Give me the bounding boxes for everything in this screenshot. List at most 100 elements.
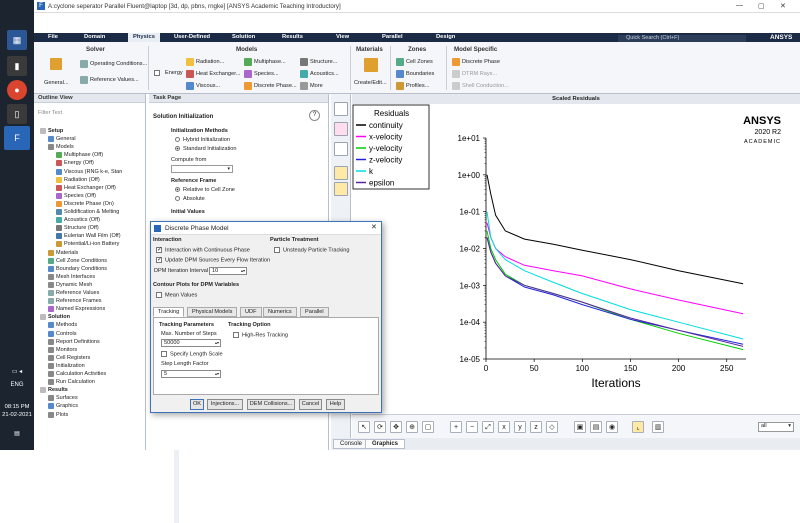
relative-radio[interactable]: Relative to Cell Zone <box>175 187 235 193</box>
camera-icon[interactable]: ◉ <box>606 421 618 433</box>
tree-item-mesh-interfaces[interactable]: Mesh Interfaces <box>48 273 95 280</box>
viscous-button[interactable]: Viscous... <box>186 82 220 90</box>
layout-icon[interactable]: ▤ <box>590 421 602 433</box>
multiphase-button[interactable]: Multiphase... <box>244 58 286 66</box>
tree-item-methods[interactable]: Methods <box>48 322 77 329</box>
start-icon[interactable]: ▦ <box>7 30 27 50</box>
rotate-icon[interactable]: ⟳ <box>374 421 386 433</box>
tab-view[interactable]: View <box>336 34 349 40</box>
dem-collisions-button[interactable]: DEM Collisions... <box>247 399 295 410</box>
chrome-icon[interactable]: ● <box>7 80 27 100</box>
tree-item-monitors[interactable]: Monitors <box>48 346 77 353</box>
zoom-icon[interactable]: ⊕ <box>406 421 418 433</box>
tree-item-solidification-melting[interactable]: Solidification & Melting <box>56 209 119 215</box>
tree-item-calculation-activities[interactable]: Calculation Activities <box>48 371 106 377</box>
materials-icon[interactable] <box>364 58 378 72</box>
tree-item-solution[interactable]: Solution <box>40 314 70 321</box>
clock-date[interactable]: 21-02-2021 <box>0 412 34 418</box>
tree-item-controls[interactable]: Controls <box>48 330 76 337</box>
mobile-icon[interactable]: ▯ <box>7 104 27 124</box>
tree-item-report-definitions[interactable]: Report Definitions <box>48 338 100 345</box>
operating-conditions-button[interactable]: Operating Conditions... <box>80 60 147 68</box>
help-button[interactable]: Help <box>326 399 345 410</box>
step-length-input[interactable]: 5 ▴▾ <box>161 370 221 378</box>
tab-physics[interactable]: Physics <box>128 33 160 42</box>
zoom-out-icon[interactable]: − <box>466 421 478 433</box>
unsteady-tracking-checkbox[interactable]: Unsteady Particle Tracking <box>274 247 350 253</box>
select-icon[interactable]: ↖ <box>358 421 370 433</box>
max-steps-input[interactable]: 50000 ▴▾ <box>161 339 221 347</box>
tree-item-results[interactable]: Results <box>40 387 68 394</box>
pan-tool-icon[interactable]: ✥ <box>390 421 402 433</box>
update-dpm-checkbox[interactable]: ✓ Update DPM Sources Every Flow Iteration <box>156 257 270 263</box>
reference-values-button[interactable]: Reference Values... <box>80 76 139 84</box>
radiation-button[interactable]: Radiation... <box>186 58 224 66</box>
cancel-button[interactable]: Cancel <box>299 399 322 410</box>
chart-icon[interactable]: ▥ <box>652 421 664 433</box>
battery-icon[interactable]: ▭ ◂ <box>0 368 34 375</box>
general-button[interactable]: General... <box>44 80 69 86</box>
discrete-phase-button[interactable]: Discrete Phase... <box>244 82 297 90</box>
grid-icon[interactable] <box>334 142 348 156</box>
profiles-button[interactable]: Profiles... <box>396 82 429 90</box>
absolute-radio[interactable]: Absolute <box>175 196 205 202</box>
compute-from-select[interactable]: ▾ <box>171 165 233 173</box>
heat-exchanger-button[interactable]: Heat Exchanger... <box>186 70 240 78</box>
notification-icon[interactable]: ▤ <box>0 430 34 437</box>
tree-item-energy-off[interactable]: Energy (Off) <box>56 160 94 167</box>
tree-item-models[interactable]: Models <box>48 144 74 151</box>
help-icon[interactable]: ? <box>309 110 320 121</box>
tree-item-dynamic-mesh[interactable]: Dynamic Mesh <box>48 281 92 288</box>
interaction-continuous-checkbox[interactable]: ✓ Interaction with Continuous Phase <box>156 247 250 253</box>
create-edit-button[interactable]: Create/Edit... <box>354 80 387 86</box>
general-icon[interactable] <box>50 58 62 70</box>
cube-icon[interactable]: ▣ <box>574 421 586 433</box>
dpm-interval-input[interactable]: 10 ▴▾ <box>209 267 247 275</box>
tab-console[interactable]: Console <box>333 439 370 449</box>
ok-button[interactable]: OK <box>190 399 204 410</box>
fluent-icon[interactable]: F <box>4 126 30 150</box>
cell-zones-button[interactable]: Cell Zones <box>396 58 433 66</box>
model-specific-discrete-phase-button[interactable]: Discrete Phase <box>452 58 500 66</box>
tree-item-viscous-rng-k-e-stan[interactable]: Viscous (RNG k-e, Stan <box>56 168 122 175</box>
tree-item-heat-exchanger-off[interactable]: Heat Exchanger (Off) <box>56 184 116 191</box>
structure-button[interactable]: Structure... <box>300 58 337 66</box>
injections-button[interactable]: Injections... <box>207 399 243 410</box>
tree-item-run-calculation[interactable]: Run Calculation <box>48 379 95 386</box>
shell-conduction-button[interactable]: Shell Conduction... <box>452 82 509 90</box>
boundaries-button[interactable]: Boundaries <box>396 70 434 78</box>
tab-tracking[interactable]: Tracking <box>153 307 185 317</box>
axes-x-icon[interactable]: x <box>498 421 510 433</box>
tree-item-initialization[interactable]: Initialization <box>48 362 85 369</box>
close-button[interactable]: ✕ <box>780 2 786 10</box>
fit-icon[interactable]: ⤢ <box>482 421 494 433</box>
tree-item-materials[interactable]: Materials <box>48 249 78 256</box>
specify-length-checkbox[interactable]: Specify Length Scale <box>161 351 223 357</box>
tree-item-structure-off[interactable]: Structure (Off) <box>56 225 99 232</box>
colormap-icon[interactable] <box>334 122 348 136</box>
tree-item-discrete-phase-on[interactable]: Discrete Phase (On) <box>56 200 114 207</box>
tab-design[interactable]: Design <box>436 34 455 40</box>
clock-time[interactable]: 08:15 PM <box>0 404 34 410</box>
tab-numerics[interactable]: Numerics <box>263 307 297 317</box>
iso-view-icon[interactable]: ◇ <box>546 421 558 433</box>
standard-radio[interactable]: Standard Initialization <box>175 146 237 152</box>
zoom-in-icon[interactable]: + <box>450 421 462 433</box>
more-button[interactable]: More <box>300 82 323 90</box>
pan-icon[interactable] <box>334 166 348 180</box>
tree-item-cell-registers[interactable]: Cell Registers <box>48 354 90 361</box>
tab-results[interactable]: Results <box>282 34 303 40</box>
tab-parallel[interactable]: Parallel <box>300 307 329 317</box>
tree-item-named-expressions[interactable]: Named Expressions <box>48 306 105 313</box>
tree-item-species-off[interactable]: Species (Off) <box>56 192 96 199</box>
zoom-box-icon[interactable]: ▢ <box>422 421 434 433</box>
filter-text-input[interactable]: Filter Text <box>38 110 62 116</box>
language-indicator[interactable]: ENG <box>0 382 34 388</box>
view-icon[interactable] <box>334 102 348 116</box>
tree-item-radiation-off[interactable]: Radiation (Off) <box>56 176 100 183</box>
tab-user-defined[interactable]: User-Defined <box>174 34 210 40</box>
acoustics-button[interactable]: Acoustics... <box>300 70 339 78</box>
tree-item-eulerian-wall-film-off[interactable]: Eulerian Wall Film (Off) <box>56 233 121 240</box>
tab-parallel[interactable]: Parallel <box>382 34 403 40</box>
plot-icon[interactable]: ⌞ <box>632 421 644 433</box>
